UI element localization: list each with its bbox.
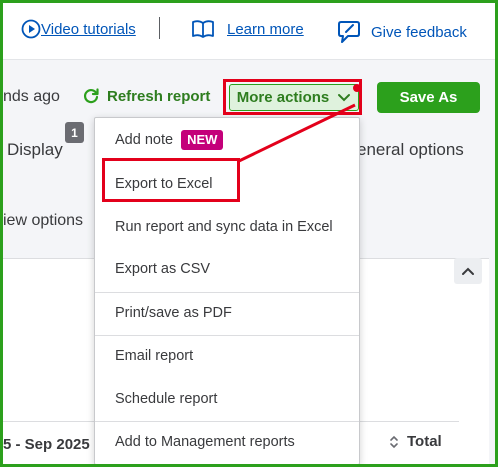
learn-more-label: Learn more: [227, 20, 304, 38]
view-options-link[interactable]: iew options: [3, 212, 83, 230]
new-badge: NEW: [181, 130, 224, 150]
email-report-label: Email report: [115, 348, 194, 364]
run-sync-excel-label: Run report and sync data in Excel: [115, 219, 333, 235]
book-icon: [191, 19, 215, 39]
give-feedback-link[interactable]: Give feedback: [337, 19, 467, 45]
menu-item-export-csv[interactable]: Export as CSV: [95, 249, 359, 289]
date-column-header[interactable]: 5 - Sep 2025: [3, 436, 90, 453]
give-feedback-label: Give feedback: [371, 23, 467, 41]
menu-item-export-excel[interactable]: Export to Excel: [95, 164, 359, 204]
more-actions-button[interactable]: More actions: [229, 84, 359, 111]
total-column-header[interactable]: Total: [389, 433, 442, 450]
play-circle-icon: [21, 19, 41, 39]
refresh-report-label: Refresh report: [107, 87, 211, 105]
export-excel-label: Export to Excel: [115, 176, 213, 192]
menu-item-management-reports[interactable]: Add to Management reports: [95, 422, 359, 462]
app-window: Video tutorials Learn more Give feedback…: [0, 0, 498, 467]
learn-more-link[interactable]: Learn more: [191, 19, 304, 39]
refresh-report-button[interactable]: Refresh report: [82, 87, 210, 105]
menu-item-email-report[interactable]: Email report: [95, 336, 359, 376]
menu-item-add-note[interactable]: Add note NEW: [95, 120, 359, 160]
print-pdf-label: Print/save as PDF: [115, 305, 232, 321]
add-note-label: Add note: [115, 132, 174, 148]
feedback-icon: [337, 19, 361, 45]
top-divider: [159, 17, 160, 39]
save-as-button[interactable]: Save As: [377, 82, 480, 113]
tab-display[interactable]: Display: [7, 140, 63, 160]
more-actions-label: More actions: [236, 89, 330, 106]
sort-icon: [389, 435, 399, 449]
menu-item-schedule-report[interactable]: Schedule report: [95, 379, 359, 419]
tab-general-options[interactable]: eneral options: [357, 140, 464, 160]
video-tutorials-label: Video tutorials: [41, 20, 136, 38]
total-column-label: Total: [407, 433, 442, 450]
management-reports-label: Add to Management reports: [115, 434, 295, 450]
chevron-up-icon: [461, 266, 475, 276]
display-count-badge: 1: [65, 122, 84, 143]
last-updated-text: nds ago: [3, 88, 60, 105]
menu-item-print-pdf[interactable]: Print/save as PDF: [95, 293, 359, 333]
top-bar: Video tutorials Learn more Give feedback: [3, 3, 495, 60]
menu-item-run-sync-excel[interactable]: Run report and sync data in Excel: [95, 207, 359, 247]
more-actions-menu: Add note NEW Export to Excel Run report …: [94, 117, 360, 464]
refresh-icon: [82, 87, 100, 105]
collapse-button[interactable]: [454, 258, 482, 284]
chevron-down-icon: [337, 93, 351, 103]
video-tutorials-link[interactable]: Video tutorials: [21, 19, 136, 39]
schedule-report-label: Schedule report: [115, 391, 218, 407]
export-csv-label: Export as CSV: [115, 261, 211, 277]
